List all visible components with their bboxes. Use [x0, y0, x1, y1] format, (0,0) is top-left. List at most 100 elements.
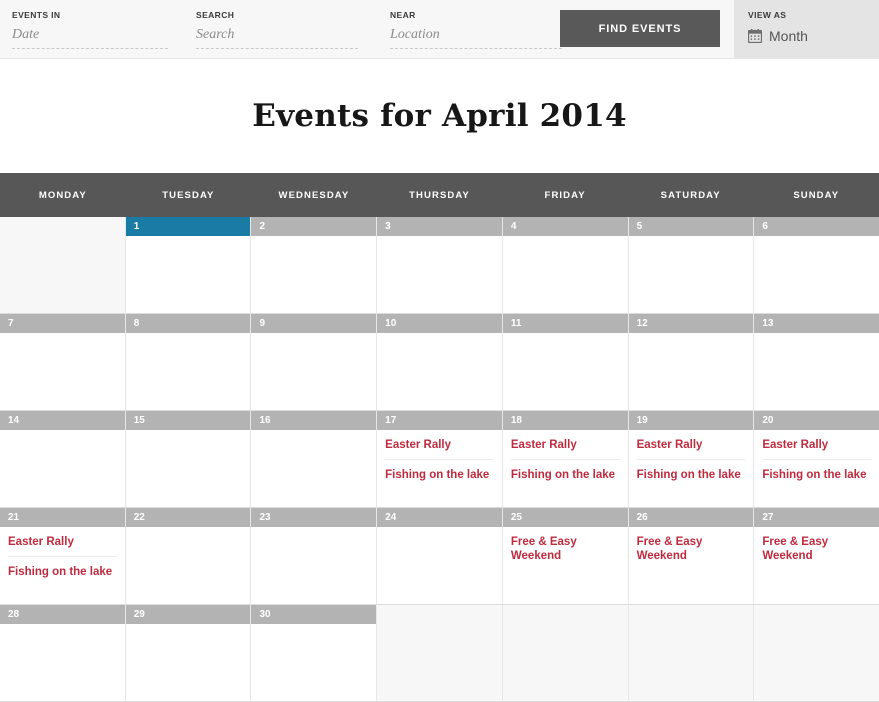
event-link[interactable]: Easter Rally	[510, 430, 620, 460]
day-events	[126, 333, 251, 410]
day-events	[126, 527, 251, 604]
calendar-cell-day-4[interactable]: 4	[502, 217, 629, 314]
calendar-cell-day-18[interactable]: 18 Easter Rally Fishing on the lake	[502, 411, 629, 508]
day-number: 1	[125, 217, 251, 236]
event-link[interactable]: Free & Easy Weekend	[637, 527, 746, 570]
event-link[interactable]: Free & Easy Weekend	[511, 527, 620, 570]
weekday-header-thursday: THURSDAY	[409, 189, 470, 201]
day-events	[0, 236, 125, 313]
calendar-cell-day-19[interactable]: 19 Easter Rally Fishing on the lake	[628, 411, 755, 508]
event-link[interactable]: Free & Easy Weekend	[762, 527, 871, 570]
calendar-cell-day-21[interactable]: 21 Easter Rally Fishing on the lake	[0, 508, 126, 605]
day-number: 29	[125, 605, 251, 624]
events-in-date-input[interactable]	[12, 21, 168, 49]
day-number: 6	[754, 217, 879, 236]
search-field-group: SEARCH	[196, 0, 358, 49]
calendar-cell-day-13[interactable]: 13	[754, 314, 879, 411]
near-location-input[interactable]	[390, 21, 562, 49]
calendar-cell-day-23[interactable]: 23	[251, 508, 378, 605]
day-events	[0, 333, 125, 410]
weekday-header-monday: MONDAY	[38, 189, 87, 201]
page-title-wrap: Events for April 2014	[0, 59, 879, 173]
calendar-cell-day-17[interactable]: 17 Easter Rally Fishing on the lake	[377, 411, 503, 508]
calendar-week-row: 14 15 16 17 Easter Rally Fishing on the lake 1…	[0, 411, 879, 508]
event-link[interactable]: Easter Rally	[636, 430, 746, 460]
day-events	[503, 236, 628, 313]
day-number: 8	[125, 314, 251, 333]
day-number: 14	[0, 411, 125, 430]
day-events	[377, 624, 502, 701]
day-events	[754, 624, 879, 701]
calendar-cell-empty	[377, 605, 503, 702]
day-number: 22	[125, 508, 251, 527]
day-number: 2	[251, 217, 377, 236]
day-events	[251, 333, 376, 410]
calendar-week-row: 7 8 9 10 11 12 13	[0, 314, 879, 411]
day-number: 5	[628, 217, 754, 236]
event-link[interactable]: Easter Rally	[8, 527, 117, 557]
day-events	[503, 624, 628, 701]
day-number: 17	[377, 411, 502, 430]
weekday-header-saturday: SATURDAY	[660, 189, 721, 201]
page-title: Events for April 2014	[252, 98, 627, 134]
search-input[interactable]	[196, 21, 358, 49]
day-number: 20	[754, 411, 879, 430]
calendar-cell-day-24[interactable]: 24	[377, 508, 503, 605]
calendar-cell-empty	[502, 605, 629, 702]
day-number: 13	[754, 314, 879, 333]
event-link[interactable]: Fishing on the lake	[762, 460, 871, 489]
day-events	[503, 333, 628, 410]
calendar-cell-day-10[interactable]: 10	[377, 314, 503, 411]
calendar-cell-day-29[interactable]: 29	[125, 605, 252, 702]
event-link[interactable]: Fishing on the lake	[637, 460, 746, 489]
calendar-cell-day-1[interactable]: 1	[125, 217, 252, 314]
calendar-cell-day-16[interactable]: 16	[251, 411, 378, 508]
calendar-cell-day-5[interactable]: 5	[628, 217, 755, 314]
event-link[interactable]: Fishing on the lake	[385, 460, 494, 489]
day-events	[629, 236, 754, 313]
event-link[interactable]: Fishing on the lake	[8, 557, 117, 586]
calendar-cell-day-2[interactable]: 2	[251, 217, 378, 314]
event-search-bar: EVENTS IN SEARCH NEAR FIND EVENTS VIEW A…	[0, 0, 879, 59]
day-events	[377, 333, 502, 410]
calendar-cell-day-20[interactable]: 20 Easter Rally Fishing on the lake	[754, 411, 879, 508]
day-number: 18	[502, 411, 628, 430]
day-number: 9	[251, 314, 377, 333]
day-events	[0, 624, 125, 701]
calendar-cell-day-8[interactable]: 8	[125, 314, 252, 411]
calendar-cell-day-25[interactable]: 25 Free & Easy Weekend	[502, 508, 629, 605]
calendar-cell-day-7[interactable]: 7	[0, 314, 126, 411]
calendar-cell-day-15[interactable]: 15	[125, 411, 252, 508]
find-events-button[interactable]: FIND EVENTS	[560, 10, 720, 47]
calendar-cell-day-28[interactable]: 28	[0, 605, 126, 702]
day-number-empty	[377, 605, 502, 624]
event-link[interactable]: Easter Rally	[762, 430, 872, 460]
view-as-selector[interactable]: Month	[747, 28, 879, 44]
calendar-cell-day-30[interactable]: 30	[251, 605, 378, 702]
event-link[interactable]: Fishing on the lake	[511, 460, 620, 489]
day-events: Free & Easy Weekend	[754, 527, 879, 604]
day-number: 15	[125, 411, 251, 430]
event-link[interactable]: Easter Rally	[385, 430, 494, 460]
day-events	[126, 236, 251, 313]
calendar-cell-day-9[interactable]: 9	[251, 314, 378, 411]
day-number: 28	[0, 605, 125, 624]
calendar-cell-day-3[interactable]: 3	[377, 217, 503, 314]
view-as-label: VIEW AS	[748, 10, 787, 20]
calendar-cell-day-26[interactable]: 26 Free & Easy Weekend	[628, 508, 755, 605]
day-events	[629, 333, 754, 410]
calendar-cell-day-22[interactable]: 22	[125, 508, 252, 605]
day-events	[754, 236, 879, 313]
calendar-cell-day-14[interactable]: 14	[0, 411, 126, 508]
day-number: 21	[0, 508, 125, 527]
calendar-cell-day-27[interactable]: 27 Free & Easy Weekend	[754, 508, 879, 605]
calendar-cell-day-11[interactable]: 11	[502, 314, 629, 411]
day-events	[126, 430, 251, 507]
near-label: NEAR	[390, 10, 416, 20]
calendar-week-row: 28 29 30	[0, 605, 879, 702]
calendar-body: 1 2 3 4 5 6 7 8 9 10 11 12 13 14 15 16 17 Easter Rally Fis…	[0, 217, 879, 702]
calendar-cell-day-12[interactable]: 12	[628, 314, 755, 411]
calendar-cell-empty	[628, 605, 755, 702]
calendar-cell-day-6[interactable]: 6	[754, 217, 879, 314]
events-in-label: EVENTS IN	[12, 10, 61, 20]
